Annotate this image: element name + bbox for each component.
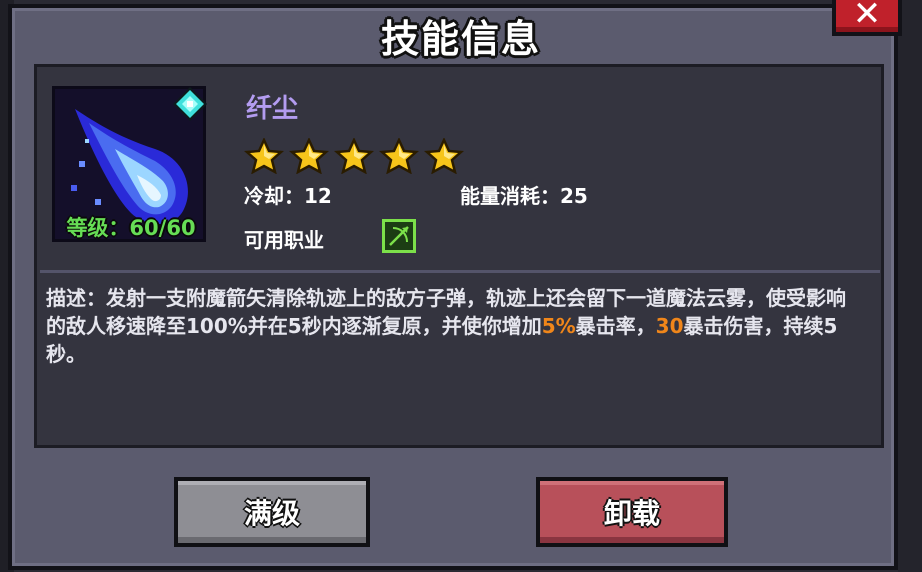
skill-description: 描述：发射一支附魔箭矢清除轨迹上的敌方子弹，轨迹上还会留下一道魔法云雾，使受影响… <box>46 284 846 368</box>
gold-star-icon <box>244 138 284 174</box>
star-rating <box>244 138 464 174</box>
skill-level-label: 等级：60/60 <box>66 216 196 240</box>
crit-rate-value: 5% <box>541 314 576 338</box>
gold-star-icon <box>289 138 329 174</box>
gold-star-icon <box>334 138 374 174</box>
close-icon: ✕ <box>852 0 882 34</box>
max-level-button[interactable]: 满级 <box>174 477 370 547</box>
bow-class-icon[interactable] <box>382 219 416 253</box>
section-divider <box>40 270 880 273</box>
background-edge-right <box>898 0 922 572</box>
gold-star-icon <box>424 138 464 174</box>
unload-button-label: 卸载 <box>603 497 660 530</box>
dialog-title: 技能信息 <box>380 17 541 61</box>
cyan-gem-icon <box>172 86 208 122</box>
unload-button[interactable]: 卸载 <box>536 477 728 547</box>
max-level-button-label: 满级 <box>243 497 300 530</box>
crit-damage-value: 30 <box>655 314 684 338</box>
gold-star-icon <box>379 138 419 174</box>
description-text-mid: 暴击率， <box>575 314 656 338</box>
available-class-label: 可用职业 <box>244 228 324 252</box>
close-button[interactable]: ✕ <box>832 0 902 36</box>
skill-name: 纤尘 <box>246 94 299 124</box>
energy-cost-stat: 能量消耗：25 <box>460 184 588 208</box>
cooldown-stat: 冷却：12 <box>244 184 332 208</box>
